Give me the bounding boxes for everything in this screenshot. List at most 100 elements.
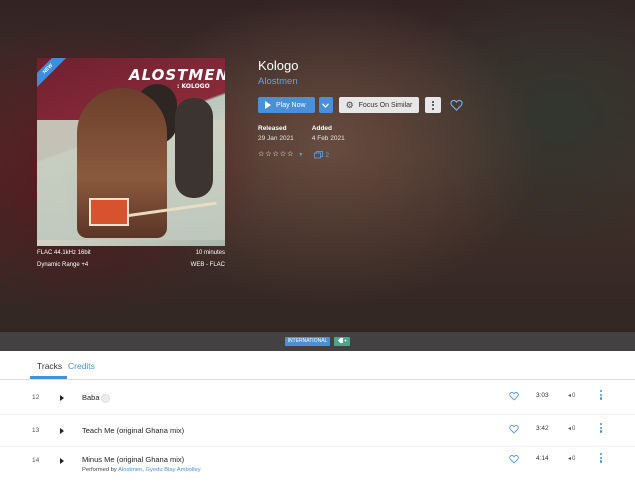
- track-number: 13: [32, 427, 40, 434]
- track-title-text: Baba: [82, 393, 100, 402]
- track-duration: 4:14: [536, 455, 549, 462]
- tag-plus-icon: [338, 338, 347, 343]
- row-divider: [0, 446, 635, 447]
- released-value: 29 Jan 2021: [258, 135, 294, 142]
- gear-icon: ⚙: [345, 99, 354, 110]
- dot: [600, 453, 603, 456]
- volume-value: 0: [572, 455, 576, 462]
- focus-on-similar-button[interactable]: ⚙ Focus On Similar: [338, 97, 420, 113]
- added-info: Added 4 Feb 2021: [312, 125, 345, 142]
- speaker-icon: ◂: [568, 393, 572, 399]
- genre-tags: INTERNATIONAL: [0, 337, 635, 346]
- album-dates: Released 29 Jan 2021 Added 4 Feb 2021: [258, 125, 345, 142]
- focus-label: Focus On Similar: [358, 101, 413, 109]
- album-rating[interactable]: ☆ ☆ ☆ ☆ ☆ ▼ 2: [258, 151, 329, 159]
- loading-icon: [100, 393, 110, 403]
- duration-label: 10 minutes: [195, 250, 225, 256]
- star-icon[interactable]: ☆: [258, 151, 264, 159]
- heart-icon[interactable]: [509, 391, 519, 401]
- volume-value: 0: [572, 392, 576, 399]
- dot: [600, 397, 603, 400]
- performed-by: Performed by Alostmen, Gyedu Blay Amboll…: [82, 467, 201, 473]
- track-number: 14: [32, 457, 40, 464]
- performed-prefix: Performed by: [82, 467, 119, 473]
- album-info: Kologo Alostmen: [258, 58, 628, 87]
- versions-link[interactable]: 2: [314, 151, 329, 159]
- star-icon[interactable]: ☆: [273, 151, 279, 159]
- album-cover[interactable]: ALOSTMEN : KOLOGO NEW: [37, 58, 225, 246]
- track-menu-button[interactable]: [600, 423, 603, 433]
- versions-icon: [314, 151, 324, 159]
- cover-figure: [175, 98, 213, 198]
- heart-icon: [450, 99, 463, 111]
- track-row[interactable]: 13 Teach Me (original Ghana mix) 3:42 ◂ 0: [0, 419, 635, 453]
- speaker-icon: ◂: [568, 426, 572, 432]
- versions-count: 2: [325, 151, 329, 159]
- source-label: WEB - FLAC: [190, 262, 225, 268]
- play-track-icon[interactable]: [60, 458, 64, 464]
- dot: [600, 423, 603, 426]
- star-icon[interactable]: ☆: [287, 151, 293, 159]
- play-options-dropdown[interactable]: [318, 97, 333, 113]
- format-label: FLAC 44.1kHz 16bit: [37, 250, 91, 256]
- released-label: Released: [258, 125, 287, 132]
- dynamic-range-label: Dynamic Range +4: [37, 262, 89, 268]
- volume-adjust[interactable]: ◂ 0: [568, 392, 576, 400]
- cover-logo-text: ALOSTMEN: [129, 66, 225, 84]
- play-now-button[interactable]: Play Now: [258, 97, 315, 113]
- track-title: Minus Me (original Ghana mix): [82, 455, 185, 464]
- album-actions: Play Now ⚙ Focus On Similar: [258, 97, 464, 113]
- chevron-down-icon: [322, 102, 330, 108]
- released-info: Released 29 Jan 2021: [258, 125, 294, 142]
- added-label: Added: [311, 125, 333, 132]
- speaker-icon: ◂: [568, 456, 572, 462]
- dot: [600, 430, 603, 433]
- play-track-icon[interactable]: [60, 395, 64, 401]
- play-now-label: Play Now: [276, 101, 306, 109]
- favorite-button[interactable]: [448, 97, 464, 113]
- track-menu-button[interactable]: [600, 390, 603, 400]
- album-title: Kologo: [258, 58, 299, 73]
- track-title: Teach Me (original Ghana mix): [82, 426, 185, 435]
- dot: [600, 390, 603, 393]
- track-number: 12: [32, 394, 40, 401]
- added-value: 4 Feb 2021: [311, 135, 345, 142]
- more-options-button[interactable]: [425, 97, 442, 113]
- volume-adjust[interactable]: ◂ 0: [568, 455, 576, 463]
- dot: [600, 426, 603, 429]
- star-icon[interactable]: ☆: [265, 151, 271, 159]
- dot: [432, 100, 435, 103]
- heart-icon[interactable]: [509, 424, 519, 434]
- active-tab-indicator: [30, 376, 67, 379]
- album-tabs: Tracks Credits: [0, 351, 635, 380]
- dot: [600, 393, 603, 396]
- cover-guitar: [89, 198, 129, 226]
- dot: [600, 460, 603, 463]
- heart-icon[interactable]: [509, 454, 519, 464]
- tab-tracks[interactable]: Tracks: [37, 361, 62, 371]
- artist-link[interactable]: Alostmen: [258, 76, 628, 87]
- volume-adjust[interactable]: ◂ 0: [568, 425, 576, 433]
- track-title: Baba: [82, 393, 110, 403]
- album-technical-info: FLAC 44.1kHz 16bit 10 minutes Dynamic Ra…: [37, 246, 225, 268]
- play-icon: [265, 101, 271, 109]
- track-duration: 3:03: [536, 392, 549, 399]
- tab-credits[interactable]: Credits: [68, 361, 95, 371]
- dot: [600, 456, 603, 459]
- track-menu-button[interactable]: [600, 453, 603, 463]
- dot: [432, 104, 435, 106]
- performer-link[interactable]: Gyedu Blay Ambolley: [146, 467, 201, 473]
- track-row[interactable]: 14 Minus Me (original Ghana mix) Perform…: [0, 449, 635, 483]
- rating-dropdown-icon[interactable]: ▼: [298, 152, 303, 158]
- new-ribbon: NEW: [37, 58, 70, 91]
- performer-link[interactable]: Alostmen: [118, 467, 142, 473]
- add-tag-button[interactable]: [334, 337, 351, 346]
- genre-tag[interactable]: INTERNATIONAL: [284, 337, 331, 346]
- dot: [432, 107, 435, 110]
- track-duration: 3:42: [536, 425, 549, 432]
- cover-subtitle: : KOLOGO: [177, 83, 210, 90]
- volume-value: 0: [572, 425, 576, 432]
- row-divider: [0, 414, 635, 415]
- play-track-icon[interactable]: [60, 428, 64, 434]
- star-icon[interactable]: ☆: [280, 151, 286, 159]
